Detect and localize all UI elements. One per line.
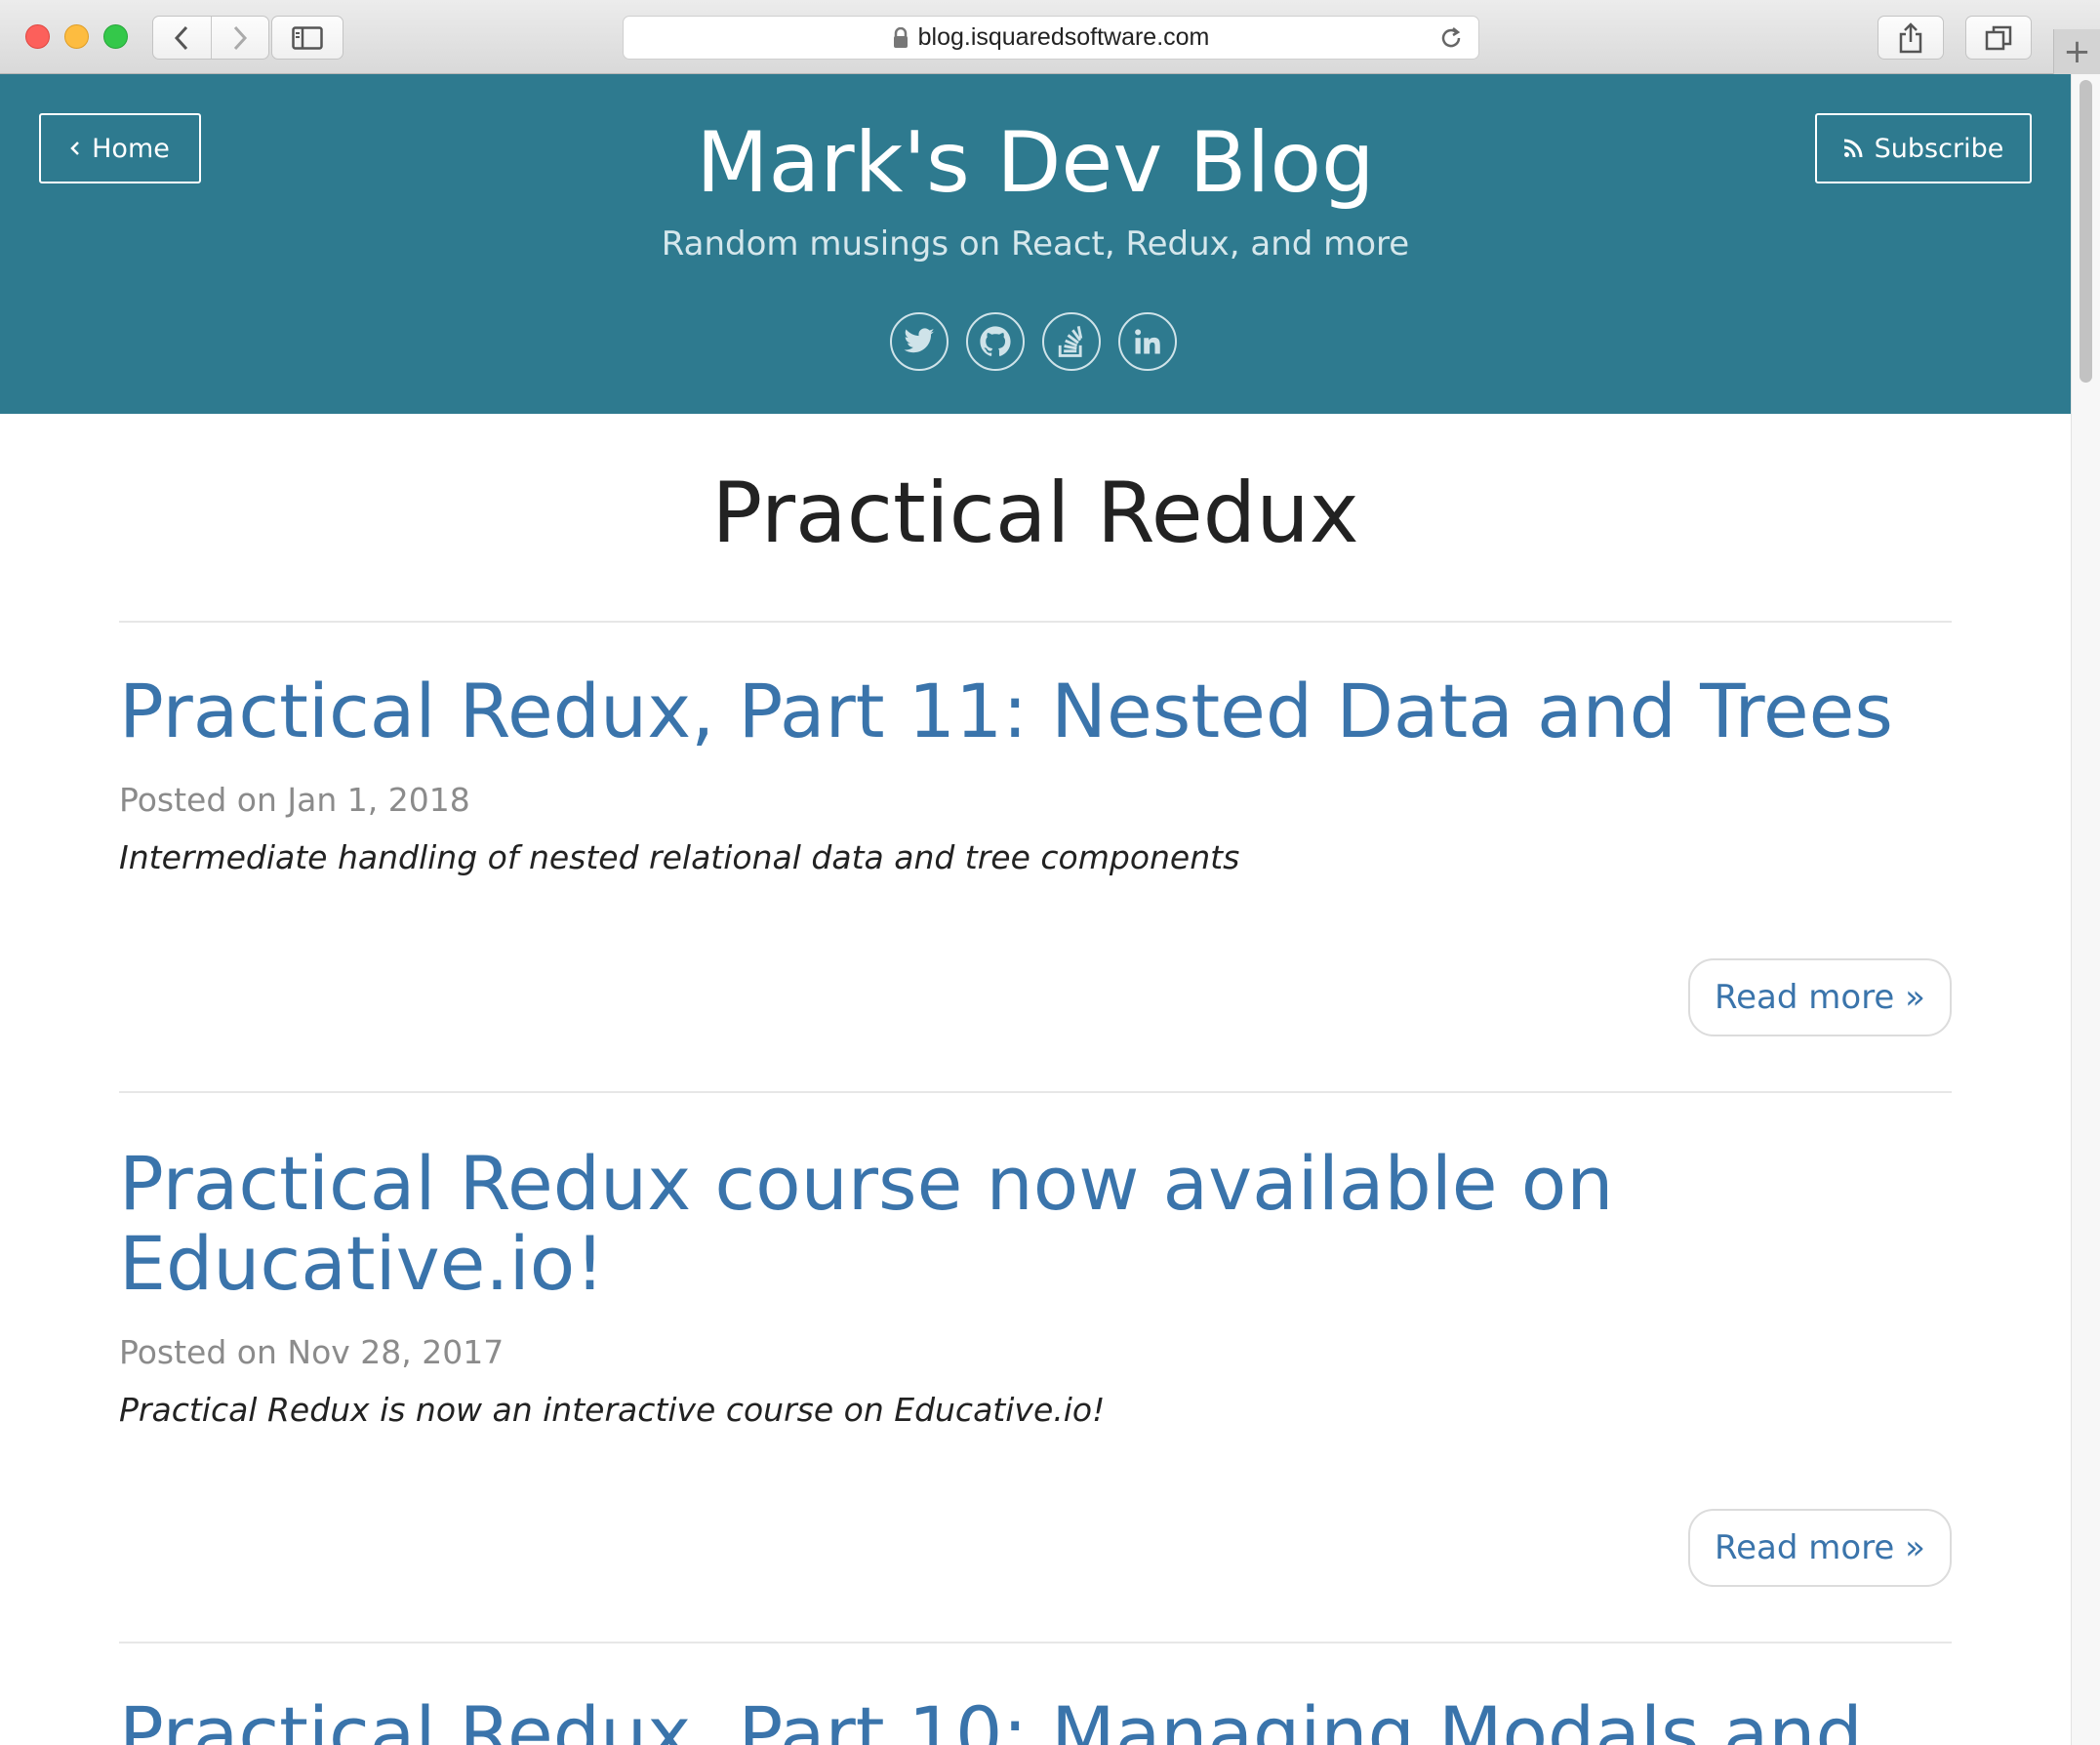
- linkedin-icon[interactable]: [1118, 312, 1177, 371]
- rss-icon: [1843, 139, 1863, 158]
- post-description: Intermediate handling of nested relation…: [119, 838, 1240, 876]
- stackoverflow-icon[interactable]: [1042, 312, 1101, 371]
- post-date: Posted on Nov 28, 2017: [119, 1333, 505, 1371]
- divider: [119, 1642, 1952, 1644]
- page-viewport: Home Mark's Dev Blog Random musings on R…: [0, 74, 2071, 1745]
- read-more-button[interactable]: Read more »: [1688, 958, 1952, 1036]
- post-entry: Practical Redux course now available on …: [119, 1144, 1952, 1430]
- plus-icon: +: [2063, 32, 2091, 71]
- post-entry: Practical Redux, Part 10: Managing Modal…: [119, 1694, 1952, 1745]
- reload-icon[interactable]: [1437, 24, 1465, 52]
- social-links: [890, 312, 1177, 371]
- post-date: Posted on Jan 1, 2018: [119, 781, 470, 819]
- close-window-button[interactable]: [25, 24, 50, 49]
- post-description: Practical Redux is now an interactive co…: [119, 1391, 1106, 1429]
- address-bar[interactable]: blog.isquaredsoftware.com: [623, 16, 1479, 60]
- post-title-link[interactable]: Practical Redux course now available on …: [119, 1144, 1641, 1304]
- subscribe-button-label: Subscribe: [1874, 133, 2004, 164]
- tabs-icon: [1985, 25, 2012, 50]
- subscribe-button[interactable]: Subscribe: [1815, 113, 2032, 183]
- post-title-link[interactable]: Practical Redux, Part 11: Nested Data an…: [119, 671, 1952, 751]
- divider: [119, 1091, 1952, 1093]
- history-nav-group: [152, 16, 269, 60]
- lock-icon: [893, 26, 908, 48]
- page-title: Practical Redux: [711, 465, 1359, 562]
- new-tab-button[interactable]: +: [2053, 29, 2100, 74]
- sidebar-toggle-button[interactable]: [271, 16, 343, 60]
- github-icon[interactable]: [966, 312, 1025, 371]
- zoom-window-button[interactable]: [103, 24, 128, 49]
- twitter-icon[interactable]: [890, 312, 949, 371]
- chevron-right-icon: [233, 25, 248, 50]
- site-subtitle: Random musings on React, Redux, and more: [661, 224, 1410, 264]
- scrollbar-thumb[interactable]: [2080, 80, 2092, 383]
- site-title[interactable]: Mark's Dev Blog: [0, 113, 2071, 214]
- forward-button[interactable]: [210, 17, 268, 59]
- back-button[interactable]: [153, 17, 211, 59]
- vertical-scrollbar[interactable]: [2071, 74, 2100, 1745]
- show-tabs-button[interactable]: [1965, 16, 2032, 60]
- post-title-link[interactable]: Practical Redux, Part 10: Managing Modal…: [119, 1694, 1952, 1745]
- url-text: blog.isquaredsoftware.com: [917, 23, 1210, 51]
- minimize-window-button[interactable]: [64, 24, 89, 49]
- browser-toolbar: blog.isquaredsoftware.com +: [0, 0, 2100, 74]
- read-more-button[interactable]: Read more »: [1688, 1509, 1952, 1587]
- share-icon: [1899, 21, 1922, 53]
- share-button[interactable]: [1878, 16, 1944, 60]
- divider: [119, 621, 1952, 623]
- post-entry: Practical Redux, Part 11: Nested Data an…: [119, 671, 1952, 877]
- sidebar-icon: [292, 25, 323, 50]
- site-header: Home Mark's Dev Blog Random musings on R…: [0, 74, 2071, 414]
- chevron-left-icon: [175, 25, 188, 50]
